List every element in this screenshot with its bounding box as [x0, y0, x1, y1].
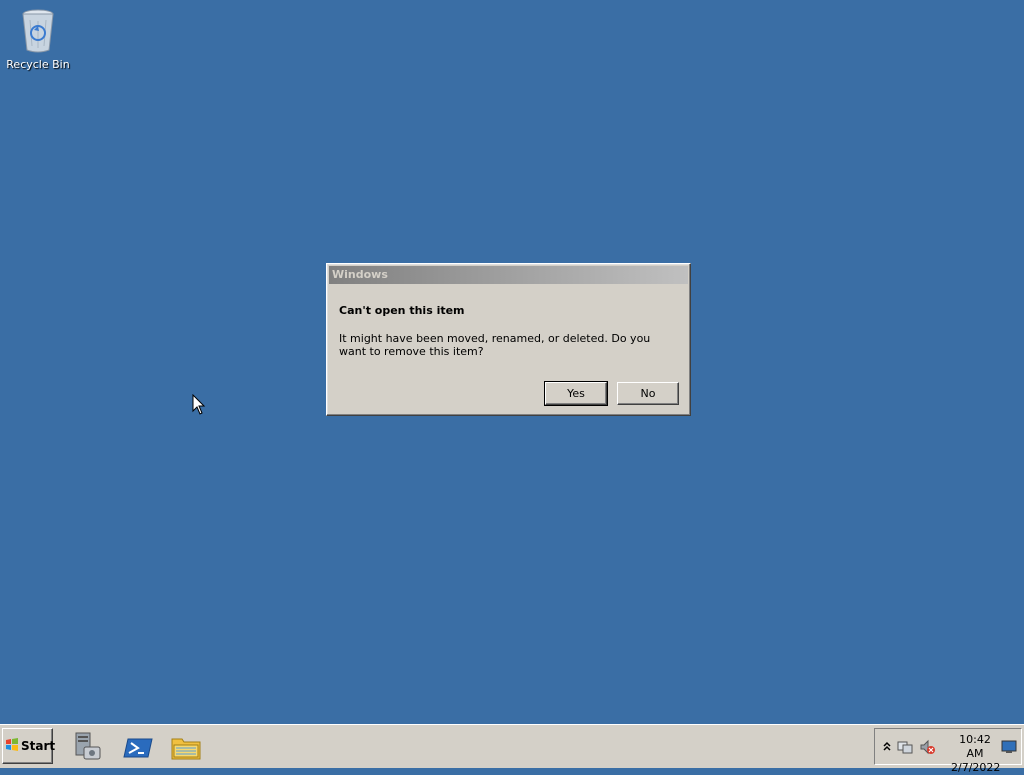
cant-open-dialog: Windows Can't open this item It might ha… — [326, 263, 691, 416]
taskbar: Start 10:42 AM 2/7/2022 — [0, 724, 1024, 774]
show-desktop-icon[interactable] — [1001, 738, 1017, 754]
yes-button[interactable]: Yes — [544, 381, 608, 406]
file-explorer-icon[interactable] — [170, 731, 202, 763]
clock[interactable]: 10:42 AM 2/7/2022 — [951, 733, 1001, 775]
dialog-message: It might have been moved, renamed, or de… — [339, 332, 651, 358]
clock-date: 2/7/2022 — [951, 761, 1001, 774]
start-button[interactable]: Start — [2, 728, 56, 764]
recycle-bin-label: Recycle Bin — [6, 58, 70, 71]
no-button[interactable]: No — [617, 382, 679, 405]
powershell-icon[interactable] — [122, 731, 154, 763]
mouse-cursor-icon — [192, 393, 206, 416]
clock-time: 10:42 AM — [959, 733, 991, 760]
notification-area: 10:42 AM 2/7/2022 — [874, 728, 1022, 774]
windows-logo-icon — [5, 737, 19, 755]
start-label: Start — [21, 739, 56, 753]
dialog-title[interactable]: Windows — [329, 266, 688, 284]
desktop-icon-recycle-bin[interactable]: Recycle Bin — [4, 6, 72, 71]
recycle-bin-icon — [18, 6, 58, 56]
show-hidden-icons-icon[interactable] — [879, 739, 895, 755]
network-icon[interactable] — [897, 739, 913, 755]
dialog-heading: Can't open this item — [339, 304, 465, 317]
volume-muted-icon[interactable] — [919, 739, 935, 755]
server-manager-icon[interactable] — [72, 731, 104, 763]
